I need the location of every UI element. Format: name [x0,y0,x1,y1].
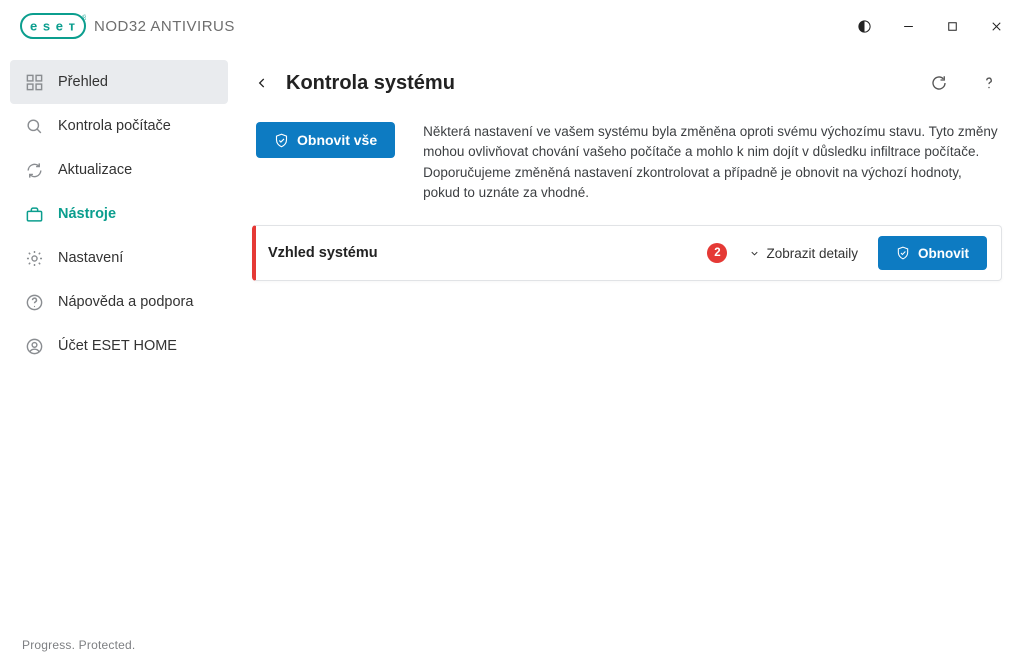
user-circle-icon [24,336,44,356]
refresh-button[interactable] [926,70,952,96]
maximize-icon [945,19,960,34]
show-details-label: Zobrazit detaily [766,246,858,261]
magnifier-icon [24,116,44,136]
briefcase-icon [24,204,44,224]
sidebar-item-help[interactable]: Nápověda a podpora [10,280,228,324]
sidebar-item-label: Nástroje [58,206,116,222]
shield-check-icon [274,133,289,148]
restore-button[interactable]: Obnovit [878,236,987,270]
eset-logo-icon: e s e т ® [20,13,86,39]
sidebar-item-update[interactable]: Aktualizace [10,148,228,192]
svg-text:®: ® [82,14,86,22]
sidebar-item-label: Kontrola počítače [58,118,171,134]
tagline: Progress. Protected. [0,638,240,670]
sidebar-item-label: Nápověda a podpora [58,294,193,310]
sidebar-item-tools[interactable]: Nástroje [10,192,228,236]
chevron-left-icon [255,76,269,90]
maximize-button[interactable] [930,6,974,46]
sidebar-item-account[interactable]: Účet ESET HOME [10,324,228,368]
issue-card: Vzhled systému 2 Zobrazit detaily Obnovi… [252,225,1002,281]
sidebar-item-label: Nastavení [58,250,123,266]
gear-icon [24,248,44,268]
main-content: Kontrola systému Obnovit vše Některá nas… [240,52,1024,670]
dashboard-icon [24,72,44,92]
svg-text:e s e т: e s e т [30,19,76,34]
reload-icon [930,74,948,92]
close-icon [989,19,1004,34]
sidebar-item-label: Účet ESET HOME [58,338,177,354]
issue-count-badge: 2 [707,243,727,263]
sidebar-item-scan[interactable]: Kontrola počítače [10,104,228,148]
show-details-button[interactable]: Zobrazit detaily [749,246,858,261]
page-title: Kontrola systému [286,72,902,95]
help-button[interactable] [976,70,1002,96]
sidebar-item-settings[interactable]: Nastavení [10,236,228,280]
refresh-icon [24,160,44,180]
sidebar-item-label: Aktualizace [58,162,132,178]
product-logo: e s e т ® NOD32 ANTIVIRUS [20,13,235,39]
product-name: NOD32 ANTIVIRUS [94,18,235,35]
restore-all-button[interactable]: Obnovit vše [256,122,395,158]
half-circle-icon [857,19,872,34]
theme-toggle-button[interactable] [842,6,886,46]
sidebar: Přehled Kontrola počítače Aktualizace Ná… [0,52,240,670]
minimize-button[interactable] [886,6,930,46]
issue-card-title: Vzhled systému [268,245,707,261]
question-icon [980,74,998,92]
chevron-down-icon [749,248,760,259]
sidebar-item-overview[interactable]: Přehled [10,60,228,104]
shield-check-icon [896,246,910,260]
close-button[interactable] [974,6,1018,46]
sidebar-item-label: Přehled [58,74,108,90]
content-header: Kontrola systému [252,70,1002,96]
restore-all-label: Obnovit vše [297,132,377,148]
question-circle-icon [24,292,44,312]
restore-label: Obnovit [918,246,969,261]
title-bar: e s e т ® NOD32 ANTIVIRUS [0,0,1024,52]
back-button[interactable] [252,73,272,93]
minimize-icon [901,19,916,34]
intro-section: Obnovit vše Některá nastavení ve vašem s… [252,122,1002,203]
intro-text: Některá nastavení ve vašem systému byla … [423,122,1002,203]
